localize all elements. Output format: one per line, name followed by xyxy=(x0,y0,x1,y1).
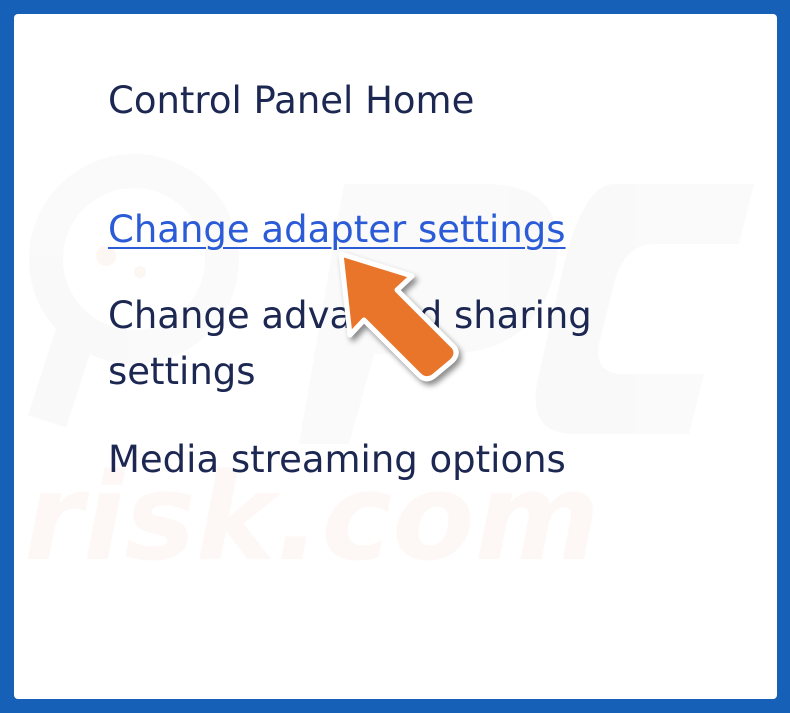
sidebar-item-change-advanced-sharing-settings[interactable]: Change advanced sharing settings xyxy=(108,288,668,400)
screenshot-frame: risk.com Control Panel Home Change adapt… xyxy=(0,0,790,713)
sidebar-item-change-adapter-settings[interactable]: Change adapter settings xyxy=(108,202,566,258)
sidebar-item-control-panel-home[interactable]: Control Panel Home xyxy=(108,73,474,129)
sidebar-item-media-streaming-options[interactable]: Media streaming options xyxy=(108,432,566,488)
control-panel-sidebar: risk.com Control Panel Home Change adapt… xyxy=(14,14,777,699)
